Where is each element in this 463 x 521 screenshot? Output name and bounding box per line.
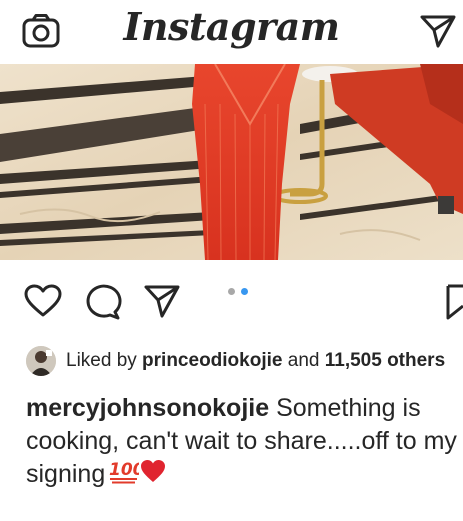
hundred-points-emoji: 100 xyxy=(107,458,145,493)
carousel-indicator xyxy=(228,282,254,300)
caption-username[interactable]: mercyjohnsonokojie xyxy=(26,394,269,422)
paper-plane-icon[interactable] xyxy=(420,14,456,53)
liked-by-text: Liked by princeodiokojie and 11,505 othe… xyxy=(66,350,445,372)
comment-bubble-icon[interactable] xyxy=(84,284,122,325)
svg-text:100: 100 xyxy=(109,460,139,480)
bookmark-icon[interactable] xyxy=(446,284,463,325)
heart-outline-icon[interactable] xyxy=(24,284,62,323)
instagram-logo[interactable]: Instagram xyxy=(0,4,463,49)
avatar[interactable] xyxy=(26,346,56,376)
liked-by-username[interactable]: princeodiokojie xyxy=(142,350,282,371)
red-heart-emoji xyxy=(139,458,167,493)
carousel-dot-active xyxy=(241,288,248,295)
liked-by-prefix: Liked by xyxy=(66,350,143,371)
liked-by-and: and xyxy=(282,350,325,371)
post-image[interactable] xyxy=(0,64,463,260)
post-caption: mercyjohnsonokojie Something is cooking,… xyxy=(26,392,458,493)
likes-row[interactable]: Liked by princeodiokojie and 11,505 othe… xyxy=(26,344,463,378)
top-bar: Instagram xyxy=(0,0,463,64)
paper-plane-icon[interactable] xyxy=(144,284,180,323)
carousel-dot xyxy=(228,288,235,295)
likes-count[interactable]: 11,505 others xyxy=(325,350,445,371)
